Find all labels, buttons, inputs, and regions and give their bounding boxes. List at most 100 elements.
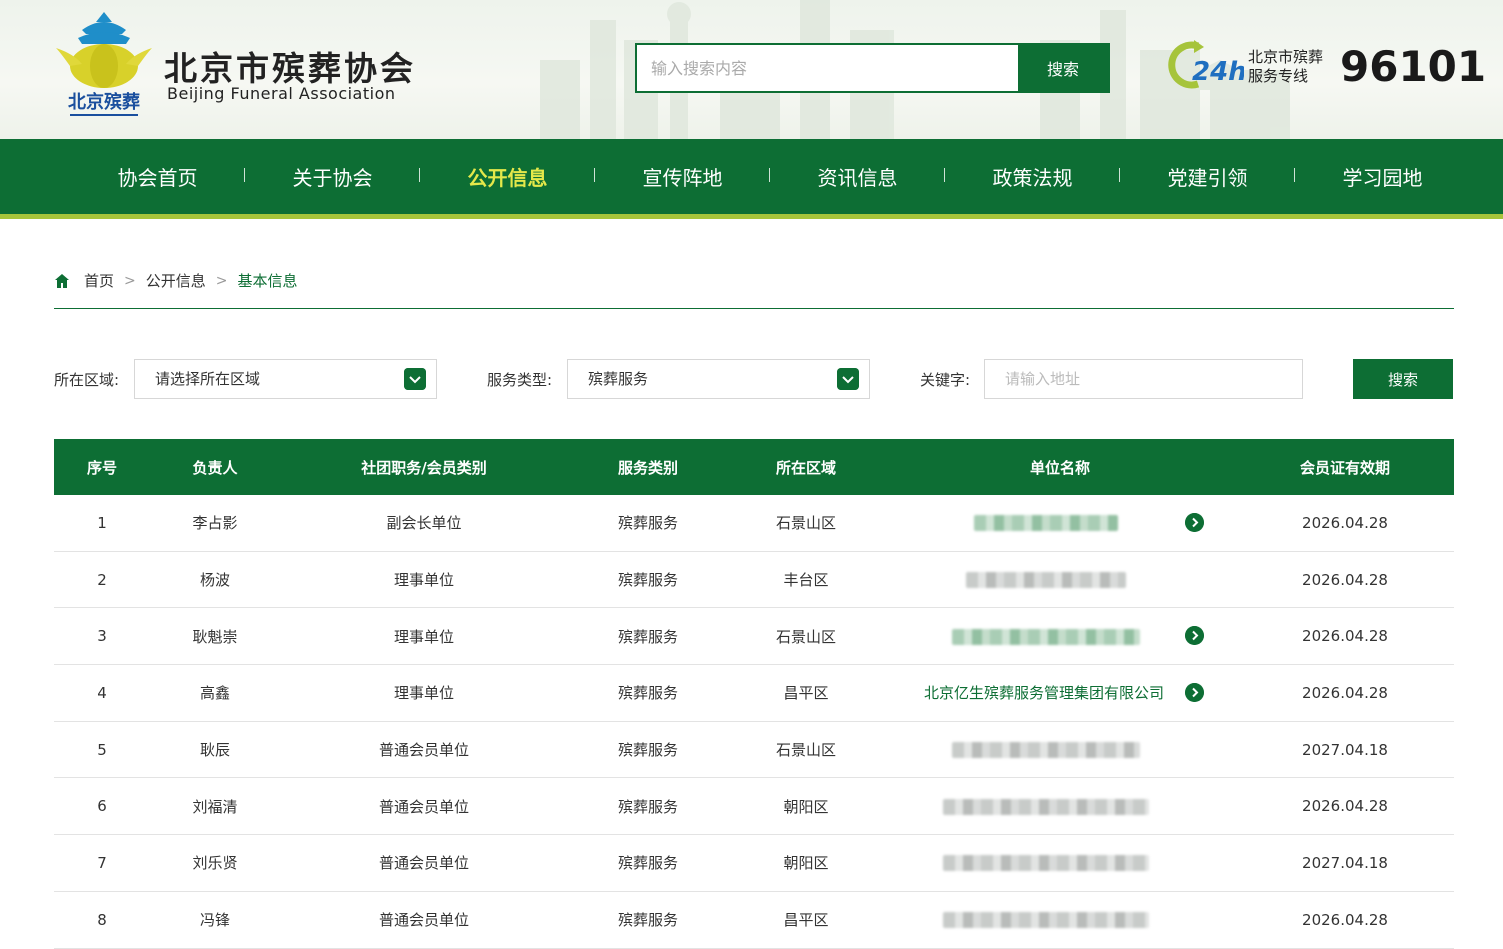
cell-expiry: 2026.04.28 [1302,797,1388,816]
cell-role: 理事单位 [393,684,454,703]
cell-unit[interactable] [884,911,1236,929]
hotline-24h-icon: 24h [1168,40,1244,89]
redacted-unit-name [943,855,1149,872]
column-header-6: 会员证有效期 [1299,458,1390,477]
cell-role: 副会长单位 [386,514,462,533]
nav-item-3[interactable]: 宣传阵地 [595,162,770,191]
redacted-unit-name [943,912,1149,929]
cell-service: 殡葬服务 [617,741,678,760]
logo-title-cn: 北京市殡葬协会 [164,49,416,88]
cell-unit[interactable]: 北京亿生殡葬服务管理集团有限公司 [884,682,1236,703]
nav-item-2[interactable]: 公开信息 [420,162,595,191]
service-type-value: 殡葬服务 [588,370,649,388]
cell-unit[interactable] [884,854,1236,872]
cell-person: 耿魁崇 [192,627,238,646]
chevron-down-icon [404,368,426,390]
main-nav: 协会首页 关于协会 公开信息 宣传阵地 资讯信息 政策法规 党建引领 学习园地 [0,139,1503,219]
table-row: 1 李占影 副会长单位 殡葬服务 石景山区 2026.04.28 [54,495,1454,552]
site-search: 搜索 [635,43,1110,93]
cell-no: 8 [97,910,107,929]
home-icon[interactable] [54,273,70,289]
site-search-input[interactable] [637,45,1018,91]
logo-title-en: Beijing Funeral Association [167,84,396,103]
cell-person: 李占影 [192,514,238,533]
cell-expiry: 2027.04.18 [1302,853,1388,872]
chevron-right-circle-icon[interactable] [1185,682,1204,702]
cell-person: 高鑫 [199,684,230,703]
chevron-right-icon: > [124,272,136,289]
cell-service: 殡葬服务 [617,627,678,646]
chevron-right-circle-icon[interactable] [1185,626,1204,646]
cell-no: 5 [97,740,107,759]
redacted-unit-name [974,515,1118,532]
nav-item-0[interactable]: 协会首页 [70,162,245,191]
nav-item-1[interactable]: 关于协会 [245,162,420,191]
cell-unit[interactable] [884,797,1236,815]
site-search-button[interactable]: 搜索 [1018,45,1108,91]
cell-no: 7 [97,853,107,872]
nav-item-7[interactable]: 学习园地 [1295,162,1470,191]
nav-item-4[interactable]: 资讯信息 [770,162,945,191]
cell-person: 冯锋 [199,911,230,930]
cell-expiry: 2026.04.28 [1302,910,1388,929]
column-header-0: 序号 [86,458,117,477]
table-row: 4 高鑫 理事单位 殡葬服务 昌平区 北京亿生殡葬服务管理集团有限公司 2026.04.28 [54,665,1454,722]
breadcrumb-home[interactable]: 首页 [84,270,114,291]
keyword-filter-label: 关键字: [920,371,971,389]
cell-unit[interactable] [884,626,1236,646]
breadcrumb-divider [54,308,1454,309]
cell-service: 殡葬服务 [617,514,678,533]
hotline-label: 北京市殡葬 服务专线 [1248,48,1324,85]
cell-expiry: 2026.04.28 [1302,513,1388,532]
unit-name-link[interactable]: 北京亿生殡葬服务管理集团有限公司 [924,684,1164,702]
cell-region: 石景山区 [775,514,836,533]
chevron-right-circle-icon[interactable] [1185,512,1204,532]
column-header-1: 负责人 [192,458,238,477]
redacted-unit-name [952,742,1140,759]
cell-person: 刘福清 [192,797,238,816]
association-logo-icon[interactable]: 北京殡葬 [52,8,156,120]
nav-item-6[interactable]: 党建引领 [1120,162,1295,191]
breadcrumb-section[interactable]: 公开信息 [146,270,206,291]
filter-search-button[interactable]: 搜索 [1353,359,1453,399]
cell-no: 1 [97,513,107,532]
cell-unit[interactable] [884,741,1236,759]
cell-unit[interactable] [884,512,1236,532]
table-row: 3 耿魁崇 理事单位 殡葬服务 石景山区 2026.04.28 [54,608,1454,666]
cell-role: 普通会员单位 [378,797,469,816]
cell-region: 石景山区 [775,741,836,760]
service-type-select[interactable]: 殡葬服务 [567,359,870,399]
cell-region: 朝阳区 [783,797,829,816]
cell-role: 普通会员单位 [378,854,469,873]
redacted-unit-name [943,798,1149,815]
hotline-number: 96101 [1340,42,1487,91]
column-header-5: 单位名称 [1029,458,1090,477]
cell-service: 殡葬服务 [617,797,678,816]
cell-person: 杨波 [199,571,230,590]
main-nav-list: 协会首页 关于协会 公开信息 宣传阵地 资讯信息 政策法规 党建引领 学习园地 [0,139,1503,214]
cell-unit[interactable] [884,571,1236,589]
cell-region: 石景山区 [775,627,836,646]
member-table: 序号 负责人 社团职务/会员类别 服务类别 所在区域 单位名称 会员证有效期 1 李占影 副会长… [54,439,1454,949]
cell-expiry: 2026.04.28 [1302,570,1388,589]
table-body: 1 李占影 副会长单位 殡葬服务 石景山区 2026.04.28 2 杨波 理事单位 殡葬服务 丰台… [54,495,1454,949]
cell-service: 殡葬服务 [617,571,678,590]
svg-text:24h: 24h [1192,57,1244,87]
table-row: 6 刘福清 普通会员单位 殡葬服务 朝阳区 2026.04.28 [54,778,1454,836]
site-header: 北京殡葬 北京市殡葬协会 Beijing Funeral Association… [0,0,1503,139]
region-select[interactable]: 请选择所在区域 [134,359,437,399]
keyword-input[interactable] [984,359,1303,399]
column-header-2: 社团职务/会员类别 [361,458,487,477]
nav-item-5[interactable]: 政策法规 [945,162,1120,191]
column-header-4: 所在区域 [775,458,836,477]
cell-person: 刘乐贤 [192,854,238,873]
cell-service: 殡葬服务 [617,854,678,873]
cell-person: 耿辰 [199,741,230,760]
cell-role: 普通会员单位 [378,741,469,760]
cell-region: 昌平区 [783,911,829,930]
cell-expiry: 2026.04.28 [1302,627,1388,646]
cell-region: 丰台区 [783,571,829,590]
region-filter-label: 所在区域: [54,371,120,389]
cell-role: 理事单位 [393,627,454,646]
column-header-3: 服务类别 [617,458,678,477]
